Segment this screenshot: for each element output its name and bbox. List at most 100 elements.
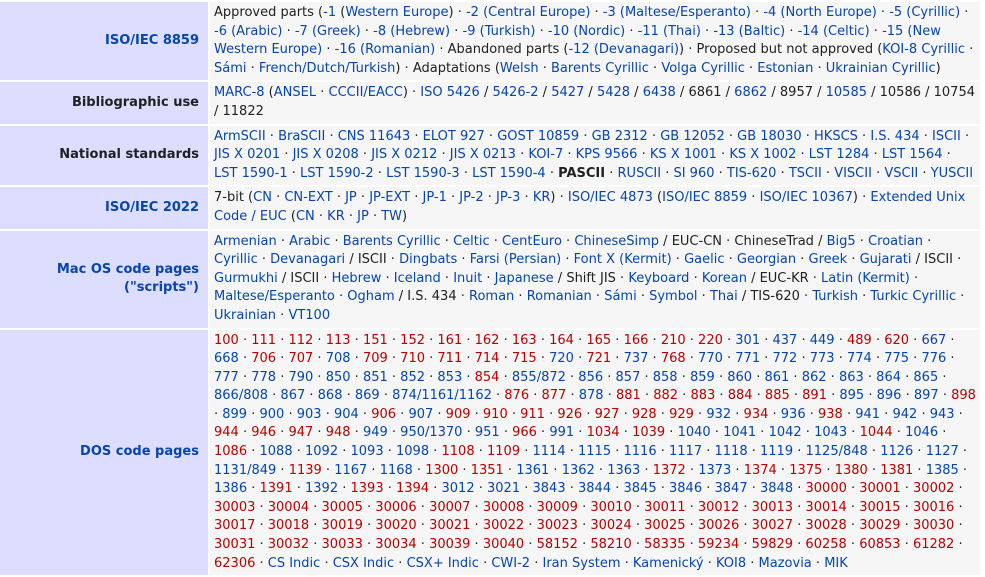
list-link[interactable]: CentEuro	[502, 234, 562, 249]
list-link[interactable]: 1117	[669, 444, 702, 459]
redlink[interactable]: 30013	[752, 500, 793, 515]
list-link[interactable]: KOI-7	[528, 147, 563, 162]
list-link[interactable]: 720	[549, 351, 574, 366]
list-link[interactable]: 878	[579, 388, 604, 403]
list-link[interactable]: KS X 1001	[650, 147, 717, 162]
redlink[interactable]: 164	[549, 333, 574, 348]
redlink[interactable]: 489	[847, 333, 872, 348]
redlink[interactable]: 30003	[214, 500, 255, 515]
redlink[interactable]: 30008	[483, 500, 524, 515]
redlink[interactable]: 30004	[268, 500, 309, 515]
list-link[interactable]: Big5	[827, 234, 856, 249]
redlink[interactable]: 30002	[913, 481, 954, 496]
list-link[interactable]: ChineseSimp	[574, 234, 659, 249]
list-link[interactable]: ISO/IEC 8859	[662, 190, 747, 205]
list-link[interactable]: Iran System	[542, 556, 620, 571]
list-link[interactable]: VT100	[288, 308, 330, 323]
list-link[interactable]: 941	[855, 407, 880, 422]
redlink[interactable]: 100	[214, 333, 239, 348]
redlink[interactable]: 910	[483, 407, 508, 422]
list-link[interactable]: 860	[727, 370, 752, 385]
list-link[interactable]: 862	[802, 370, 827, 385]
group-label[interactable]: ISO/IEC 8859	[105, 33, 199, 48]
list-link[interactable]: 853	[437, 370, 462, 385]
list-link[interactable]: 3847	[715, 481, 748, 496]
list-link[interactable]: SI 960	[673, 166, 714, 181]
redlink[interactable]: 709	[363, 351, 388, 366]
list-link[interactable]: -7 (Greek)	[295, 24, 361, 39]
list-link[interactable]: Symbol	[649, 289, 697, 304]
redlink[interactable]: 1393	[351, 481, 384, 496]
list-link[interactable]: 857	[616, 370, 641, 385]
list-link[interactable]: Thai	[710, 289, 738, 304]
list-link[interactable]: 942	[892, 407, 917, 422]
redlink[interactable]: 30027	[752, 518, 793, 533]
redlink[interactable]: 30015	[859, 500, 900, 515]
list-link[interactable]: 1362	[562, 463, 595, 478]
group-label[interactable]: ISO/IEC 2022	[105, 200, 199, 215]
redlink[interactable]: 1086	[214, 444, 247, 459]
redlink[interactable]: 30006	[375, 500, 416, 515]
redlink[interactable]: 1108	[442, 444, 475, 459]
list-link[interactable]: LST 1590-1	[214, 166, 288, 181]
list-link[interactable]: Korean	[702, 271, 747, 286]
list-link[interactable]: 1043	[814, 425, 847, 440]
list-link[interactable]: Latin (Kermit)	[821, 271, 910, 286]
list-link[interactable]: Keyboard	[628, 271, 689, 286]
list-link[interactable]: Romanian	[527, 289, 592, 304]
list-link[interactable]: 865	[913, 370, 938, 385]
list-link[interactable]: JP	[345, 190, 357, 205]
list-link[interactable]: 3846	[669, 481, 702, 496]
redlink[interactable]: 926	[557, 407, 582, 422]
redlink[interactable]: 60258	[805, 537, 846, 552]
list-link[interactable]: 1046	[905, 425, 938, 440]
list-link[interactable]: 950/1370	[400, 425, 462, 440]
redlink[interactable]: 30032	[268, 537, 309, 552]
list-link[interactable]: 774	[847, 351, 872, 366]
list-link[interactable]: 1088	[260, 444, 293, 459]
list-link[interactable]: Maltese/Esperanto	[214, 289, 335, 304]
redlink[interactable]: 715	[512, 351, 537, 366]
redlink[interactable]: 938	[818, 407, 843, 422]
list-link[interactable]: Dingbats	[399, 252, 457, 267]
list-link[interactable]: 6438	[643, 85, 676, 100]
list-link[interactable]: CCCII/EACC	[329, 85, 403, 100]
list-link[interactable]: 897	[914, 388, 939, 403]
list-link[interactable]: 864	[876, 370, 901, 385]
list-link[interactable]: 770	[698, 351, 723, 366]
redlink[interactable]: 768	[661, 351, 686, 366]
redlink[interactable]: 58210	[590, 537, 631, 552]
redlink[interactable]: 891	[802, 388, 827, 403]
list-link[interactable]: 1118	[715, 444, 748, 459]
redlink[interactable]: 884	[728, 388, 753, 403]
list-link[interactable]: Cyrillic	[214, 252, 258, 267]
redlink[interactable]: 30019	[322, 518, 363, 533]
redlink[interactable]: 210	[661, 333, 686, 348]
list-link[interactable]: Inuit	[453, 271, 482, 286]
redlink[interactable]: 30009	[537, 500, 578, 515]
list-link[interactable]: 777	[214, 370, 239, 385]
list-link[interactable]: 904	[334, 407, 359, 422]
redlink[interactable]: 30024	[590, 518, 631, 533]
redlink[interactable]: 30033	[322, 537, 363, 552]
list-link[interactable]: ANSEL	[274, 85, 316, 100]
list-link[interactable]: KOI8	[716, 556, 746, 571]
list-link[interactable]: -6 (Arabic)	[214, 24, 282, 39]
list-link[interactable]: 1114	[533, 444, 566, 459]
list-link[interactable]: Welsh	[500, 61, 539, 76]
list-link[interactable]: Celtic	[453, 234, 490, 249]
list-link[interactable]: GB 2312	[592, 129, 648, 144]
list-link[interactable]: -10 (Nordic)	[548, 24, 625, 39]
list-link[interactable]: 856	[578, 370, 603, 385]
list-link[interactable]: KR	[327, 209, 345, 224]
list-link[interactable]: JP-3	[496, 190, 520, 205]
redlink[interactable]: 30029	[859, 518, 900, 533]
list-link[interactable]: 899	[222, 407, 247, 422]
list-link[interactable]: Mazovia	[759, 556, 812, 571]
list-link[interactable]: GB 18030	[737, 129, 801, 144]
list-link[interactable]: -8 (Hebrew)	[373, 24, 450, 39]
list-link[interactable]: 951	[475, 425, 500, 440]
list-link[interactable]: 859	[690, 370, 715, 385]
redlink[interactable]: 714	[475, 351, 500, 366]
redlink[interactable]: 30021	[429, 518, 470, 533]
